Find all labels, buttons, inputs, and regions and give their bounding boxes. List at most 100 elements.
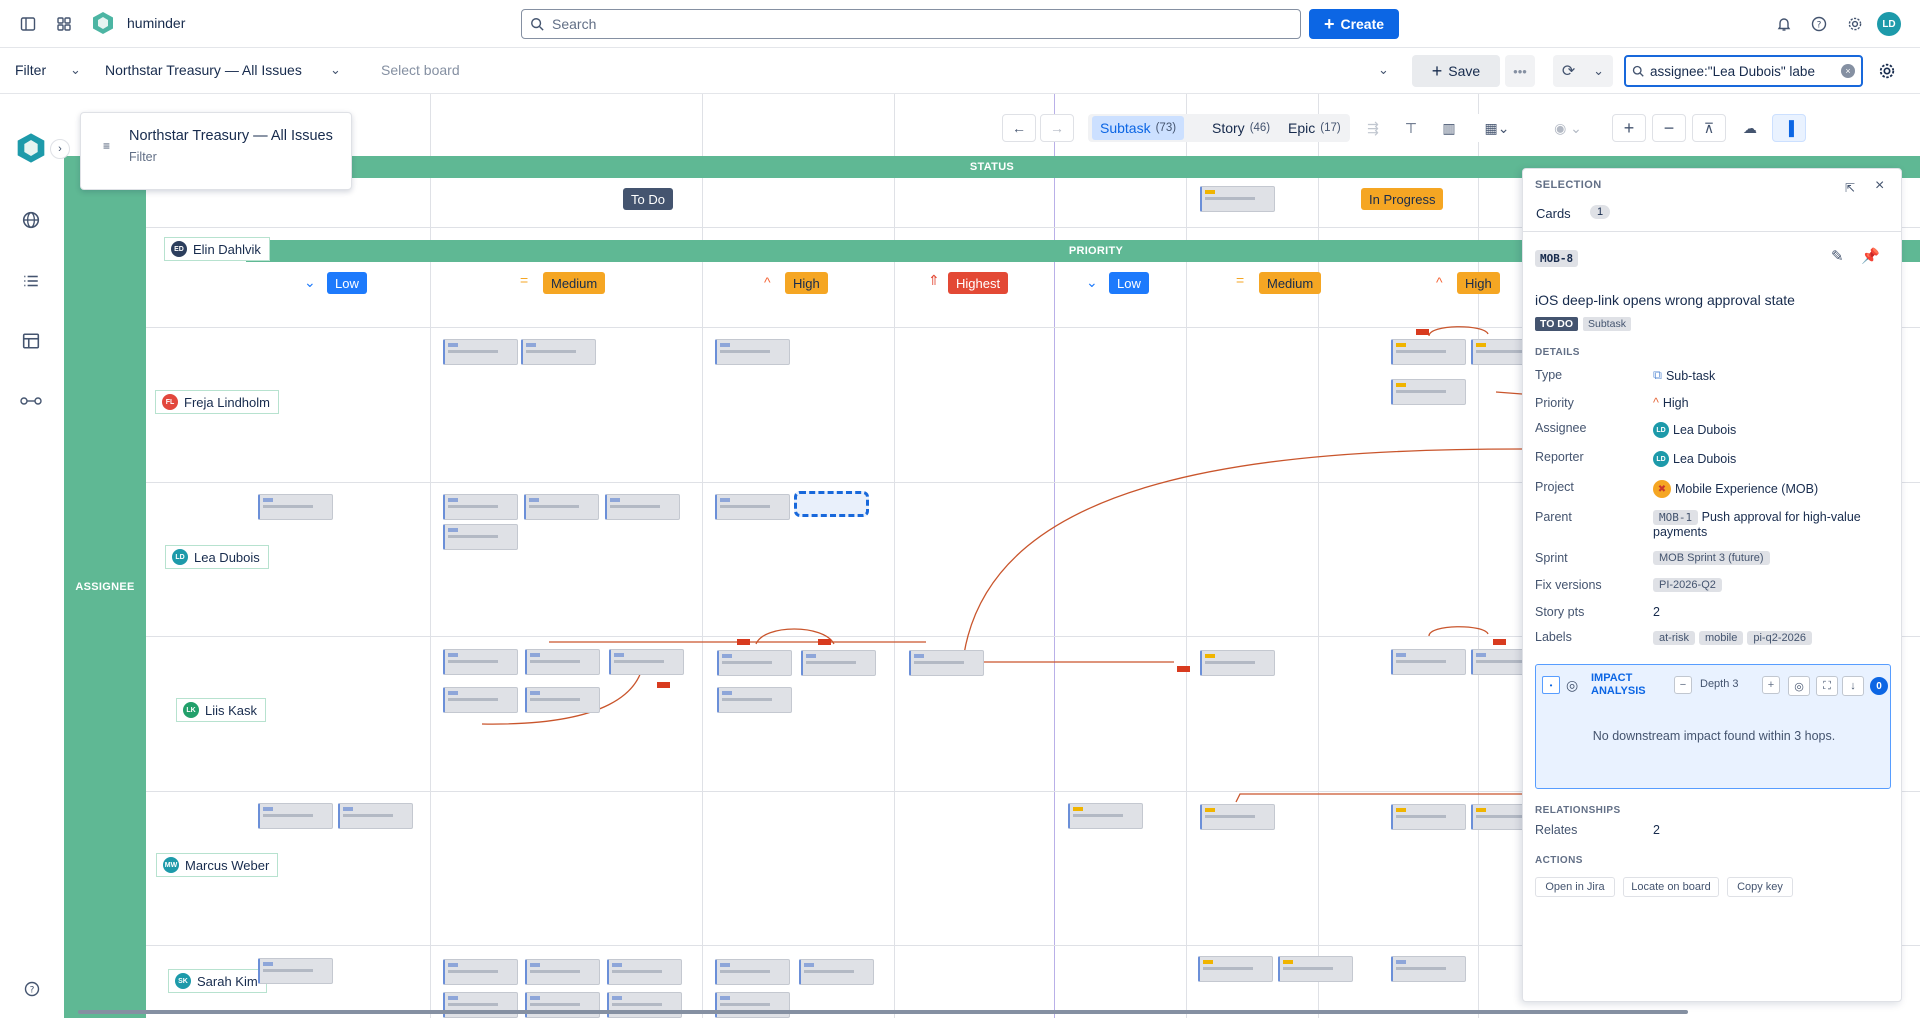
global-search-input[interactable]: Search [521,9,1301,39]
settings-gear-icon[interactable] [1844,13,1866,35]
issue-card[interactable] [801,650,876,676]
refresh-button[interactable]: ⟳ ⌄ [1553,55,1613,87]
pin-icon[interactable]: ↓ [1842,676,1864,696]
issue-card[interactable] [258,958,333,984]
issue-card[interactable] [443,687,518,713]
issue-card[interactable] [443,339,518,365]
dependency-link-icon[interactable] [20,394,42,411]
issue-card[interactable] [1068,803,1143,829]
columns-layout-icon[interactable]: ▥ [1432,114,1466,142]
issue-card[interactable] [715,959,790,985]
list-icon[interactable] [22,272,40,293]
issue-card[interactable] [443,524,518,550]
detail-value-parent[interactable]: MOB-1 Push approval for high-value payme… [1653,510,1889,540]
visibility-eye-icon[interactable]: ◉ ⌄ [1538,114,1598,142]
calendar-icon[interactable]: ▦⌄ [1472,114,1522,142]
depth-increase-button[interactable]: + [1762,676,1780,694]
board-view-icon[interactable] [22,332,40,353]
chevron-down-icon[interactable]: ⌄ [70,62,81,78]
issue-card[interactable] [1391,379,1466,405]
fullscreen-icon[interactable]: ⛶ [1816,676,1838,696]
issue-card[interactable] [799,959,874,985]
help-icon[interactable]: ? [24,981,40,1000]
issue-card[interactable] [443,959,518,985]
zoom-out-icon[interactable]: − [1652,114,1686,142]
issue-card[interactable] [1391,339,1466,365]
board-settings-gear-icon[interactable] [1876,60,1898,82]
issue-card[interactable] [909,650,984,676]
issue-card[interactable] [607,959,682,985]
collapse-panel-icon[interactable]: ⇱ [1845,181,1855,195]
issue-card[interactable] [1391,804,1466,830]
issue-card[interactable] [338,803,413,829]
issue-card[interactable] [607,992,682,1018]
issue-card[interactable] [258,494,333,520]
notifications-bell-icon[interactable] [1773,13,1795,35]
issue-card[interactable] [715,992,790,1018]
selected-issue-card-mob-8[interactable] [794,491,869,517]
chevron-down-icon[interactable]: ⌄ [1378,62,1389,78]
save-button[interactable]: + Save [1412,55,1500,87]
clear-icon[interactable]: × [1841,64,1855,78]
expand-chevron-icon[interactable]: › [50,139,70,159]
issue-card[interactable] [443,649,518,675]
issue-card[interactable] [1391,649,1466,675]
app-switcher-icon[interactable] [53,13,75,35]
issue-card[interactable] [443,494,518,520]
board-select-placeholder[interactable]: Select board [381,62,460,78]
jql-search-input[interactable]: assignee:"Lea Dubois" labe × [1624,55,1863,87]
issue-card[interactable] [525,959,600,985]
tab-subtask[interactable]: Subtask (73) [1092,116,1185,140]
issue-card[interactable] [1278,956,1353,982]
issue-card[interactable] [1391,956,1466,982]
issue-card[interactable] [605,494,680,520]
copy-key-button[interactable]: Copy key [1727,877,1793,897]
locate-on-board-button[interactable]: Locate on board [1623,877,1719,897]
chevron-down-icon[interactable]: ⌄ [330,62,341,78]
issue-card[interactable] [258,803,333,829]
issue-card[interactable] [521,339,596,365]
tab-epic[interactable]: Epic (17) [1282,116,1347,140]
brush-icon[interactable]: ✎ [1831,247,1844,265]
filter-select-value[interactable]: Northstar Treasury — All Issues [105,62,302,78]
sidebar-toggle-icon[interactable] [17,13,39,35]
panel-toggle-icon[interactable]: ▐ [1772,114,1806,142]
impact-expand-icon[interactable]: • [1542,676,1560,694]
user-avatar[interactable]: LD [1877,12,1901,36]
issue-card[interactable] [525,992,600,1018]
issue-card[interactable] [525,649,600,675]
issue-card[interactable] [715,494,790,520]
issue-card[interactable] [1200,650,1275,676]
more-options-icon[interactable]: ••• [1505,55,1535,87]
forward-arrow-icon[interactable]: → [1040,114,1074,142]
zoom-in-icon[interactable]: + [1612,114,1646,142]
issue-card[interactable] [715,339,790,365]
issue-card[interactable] [1198,956,1273,982]
issue-card[interactable] [1200,804,1275,830]
open-in-jira-button[interactable]: Open in Jira [1535,877,1615,897]
issue-card[interactable] [443,992,518,1018]
hierarchy-icon[interactable]: ⊤ [1394,114,1428,142]
target-toggle-icon[interactable]: ◎ [1788,676,1810,696]
cloud-sync-icon[interactable]: ☁ [1732,114,1768,142]
issue-card[interactable] [717,650,792,676]
pin-icon[interactable]: 📌 [1861,247,1880,265]
globe-icon[interactable] [22,211,40,232]
issue-card[interactable] [525,687,600,713]
issue-card[interactable] [524,494,599,520]
collapse-icon[interactable]: ⇶ [1356,114,1390,142]
filter-info-card[interactable]: ≡ Northstar Treasury — All Issues Filter [80,112,352,190]
detail-value-project[interactable]: ✖ Mobile Experience (MOB) [1653,480,1818,498]
horizontal-scrollbar[interactable] [78,1010,1688,1014]
close-icon[interactable]: × [1875,177,1884,195]
back-arrow-icon[interactable]: ← [1002,114,1036,142]
issue-card[interactable] [717,687,792,713]
tab-story[interactable]: Story (46) [1206,116,1276,140]
create-button[interactable]: + Create [1309,9,1399,39]
depth-decrease-button[interactable]: − [1674,676,1692,694]
issue-card[interactable] [1200,186,1275,212]
help-icon[interactable]: ? [1808,13,1830,35]
workspace-logo-icon[interactable] [15,132,47,164]
fit-to-screen-icon[interactable]: ⊼ [1692,114,1726,142]
filter-label[interactable]: Filter [15,62,46,78]
